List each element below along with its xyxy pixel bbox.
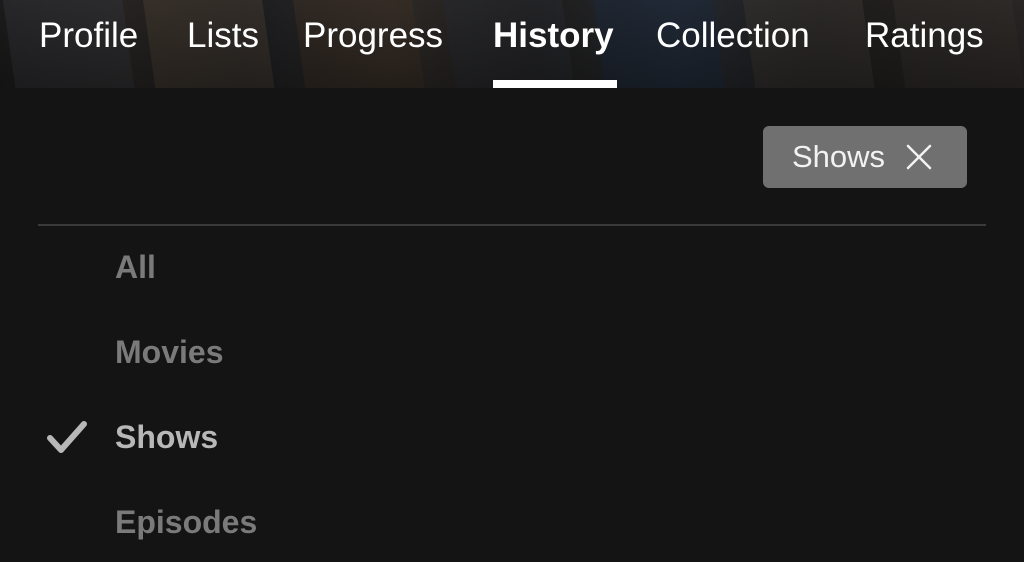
section-divider — [38, 224, 986, 226]
tab-lists[interactable]: Lists — [187, 14, 259, 58]
tab-collection[interactable]: Collection — [656, 14, 810, 58]
active-tab-indicator — [493, 80, 617, 88]
profile-tab-bar: Profile Lists Progress History Collectio… — [0, 0, 1024, 88]
filter-option-shows[interactable]: Shows — [115, 417, 218, 457]
active-filter-chip[interactable]: Shows — [763, 126, 967, 188]
close-icon[interactable] — [905, 143, 933, 171]
tab-history[interactable]: History — [493, 14, 614, 58]
filter-chip-label: Shows — [792, 139, 886, 174]
checkmark-icon — [47, 421, 87, 453]
tab-profile[interactable]: Profile — [39, 14, 138, 58]
filter-option-all[interactable]: All — [115, 247, 156, 287]
filter-option-movies[interactable]: Movies — [115, 332, 223, 372]
tab-ratings[interactable]: Ratings — [865, 14, 984, 58]
tab-progress[interactable]: Progress — [303, 14, 443, 58]
filter-option-episodes[interactable]: Episodes — [115, 502, 257, 542]
